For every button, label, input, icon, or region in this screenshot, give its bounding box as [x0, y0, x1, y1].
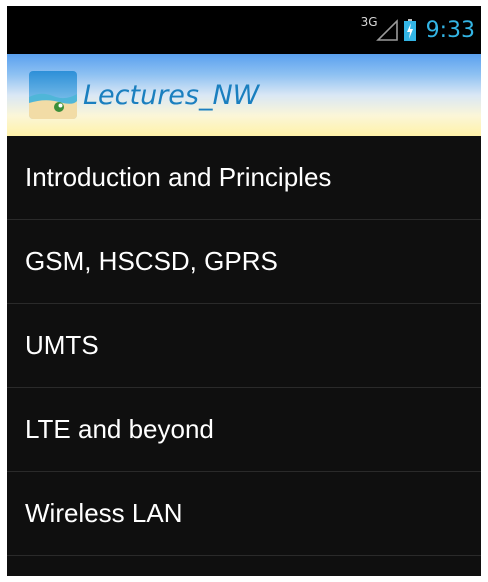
- lecture-item-umts[interactable]: UMTS: [7, 304, 481, 388]
- signal-icon: [375, 19, 398, 41]
- beach-app-icon[interactable]: [29, 71, 77, 119]
- lecture-item-introduction[interactable]: Introduction and Principles: [7, 136, 481, 220]
- lecture-item-gsm[interactable]: GSM, HSCSD, GPRS: [7, 220, 481, 304]
- lecture-item-label: GSM, HSCSD, GPRS: [25, 246, 278, 276]
- lecture-item-label: Wireless LAN: [25, 498, 183, 528]
- lecture-item-label: Introduction and Principles: [25, 162, 332, 192]
- lecture-item-label: LTE and beyond: [25, 414, 214, 444]
- status-bar: 3G 9:33: [7, 6, 481, 54]
- action-bar: Lectures_NW: [7, 54, 481, 136]
- clock: 9:33: [425, 17, 475, 43]
- phone-screen: 3G 9:33 Lectures_NW Introduction and Pri…: [7, 6, 481, 576]
- lecture-item-label: UMTS: [25, 330, 99, 360]
- network-type-label: 3G: [360, 15, 378, 29]
- app-title: Lectures_NW: [83, 79, 260, 111]
- lecture-item-lte[interactable]: LTE and beyond: [7, 388, 481, 472]
- lecture-item-wireless-lan[interactable]: Wireless LAN: [7, 472, 481, 556]
- battery-charging-icon: [403, 19, 416, 41]
- lecture-list: Introduction and Principles GSM, HSCSD, …: [7, 136, 481, 556]
